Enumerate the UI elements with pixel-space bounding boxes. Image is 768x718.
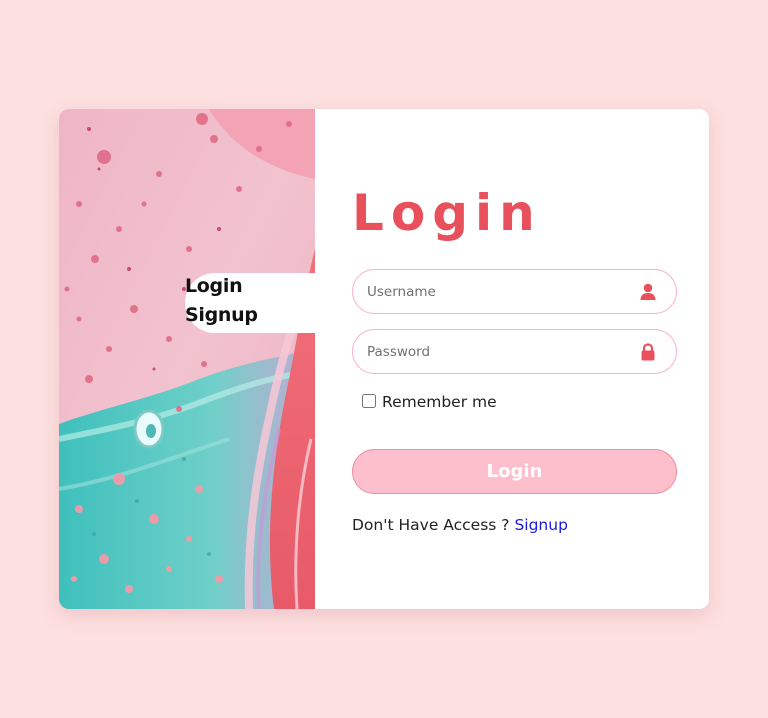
- login-form: Login Remember me Login Don't Have Acces…: [352, 109, 677, 609]
- remember-me-label: Remember me: [382, 393, 497, 411]
- remember-me-checkbox[interactable]: [362, 394, 376, 408]
- switch-signup-link[interactable]: Signup: [185, 304, 258, 326]
- user-icon: [640, 283, 656, 300]
- access-prompt-text: Don't Have Access ?: [352, 516, 510, 534]
- login-submit-button[interactable]: Login: [352, 449, 677, 494]
- access-prompt: Don't Have Access ? Signup: [352, 516, 568, 534]
- lock-icon: [641, 343, 655, 361]
- signup-link[interactable]: Signup: [514, 516, 567, 534]
- username-field[interactable]: [352, 269, 677, 314]
- password-field[interactable]: [352, 329, 677, 374]
- marble-art-panel: Login Signup: [59, 109, 315, 609]
- password-input[interactable]: [367, 330, 627, 373]
- login-card: Login Signup Login Remember me Login: [59, 109, 709, 609]
- auth-switcher: Login Signup: [185, 273, 315, 333]
- marble-art-image: [59, 109, 315, 609]
- username-input[interactable]: [367, 270, 627, 313]
- switch-login-link[interactable]: Login: [185, 275, 243, 297]
- form-title: Login: [352, 184, 542, 242]
